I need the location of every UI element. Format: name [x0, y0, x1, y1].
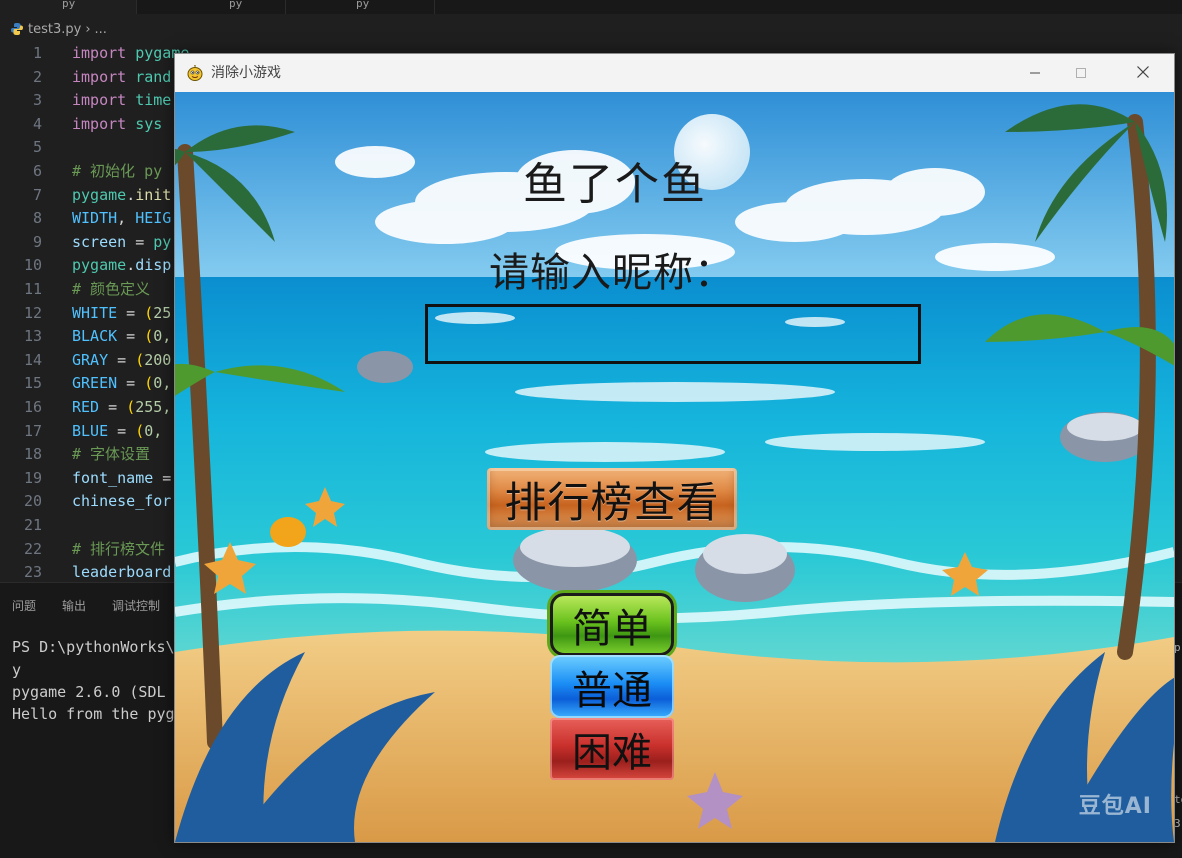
editor-tab[interactable]: py [0, 0, 137, 14]
pygame-snake-icon [186, 64, 204, 82]
code-line: 20 chinese_for [23, 492, 172, 511]
code-line: 16 RED = (255, [23, 398, 172, 416]
code-line: 8 WIDTH, HEIG [32, 209, 172, 228]
terminal-fragment: p [1174, 641, 1181, 654]
close-icon [1136, 64, 1150, 83]
normal-button[interactable]: 普通 [550, 655, 674, 718]
code-line: 3 import time [32, 91, 172, 110]
maximize-icon [1075, 64, 1087, 83]
minimize-icon [1029, 64, 1041, 83]
terminal-line: Hello from the pyg [12, 705, 175, 723]
code-line: 1 import pygame [32, 44, 190, 62]
maximize-button[interactable] [1058, 54, 1104, 92]
minimize-button[interactable] [1012, 54, 1058, 92]
code-line: 6 # 初始化 py [32, 162, 163, 180]
code-line: 10 pygame.disp [23, 256, 172, 275]
code-line: 18 # 字体设置 [23, 445, 151, 464]
nickname-label: 请输入昵称： [489, 250, 735, 296]
game-window[interactable]: 消除小游戏 鱼了个鱼 请输入昵称： 排行榜查看 简单 普通 困难 豆包AI [174, 53, 1175, 843]
game-title: 鱼了个鱼 [523, 159, 707, 210]
code-line: 14 GRAY = (200 [23, 350, 172, 369]
breadcrumb: test3.py › ... [10, 18, 107, 40]
breadcrumb-separator: › [85, 21, 91, 37]
code-line: 19 font_name = [23, 468, 172, 487]
easy-button[interactable]: 简单 [550, 593, 674, 656]
python-file-icon [10, 22, 24, 36]
code-line: 22 # 排行榜文件 [23, 539, 166, 558]
normal-button-label: 普通 [572, 667, 652, 714]
tab-debug-console[interactable]: 调试控制 [112, 597, 160, 614]
code-line: 2 import rand [32, 67, 172, 86]
panel-tabs: 问题 输出 调试控制 [12, 597, 160, 614]
code-line: 9 screen = py [32, 232, 172, 251]
leaderboard-button[interactable]: 排行榜查看 [487, 468, 737, 530]
code-line: 7 pygame.init [32, 185, 172, 204]
code-line: 4 import sys [32, 114, 163, 133]
easy-button-label: 简单 [572, 605, 652, 652]
editor-tab[interactable]: py [286, 0, 435, 14]
terminal-fragment: to [1174, 793, 1182, 806]
code-line: 5 [32, 138, 42, 157]
terminal-line: PS D:\pythonWorks\ [12, 638, 175, 656]
close-button[interactable] [1120, 54, 1166, 92]
nickname-input[interactable] [425, 304, 921, 364]
code-line: 15 GREEN = (0, [23, 374, 172, 393]
hard-button-label: 困难 [572, 730, 652, 776]
breadcrumb-file[interactable]: test3.py [28, 22, 81, 37]
code-line: 17 BLUE = (0, [23, 421, 163, 440]
code-line: 13 BLACK = (0, [23, 327, 172, 346]
leaderboard-button-label: 排行榜查看 [504, 477, 720, 527]
hard-button[interactable]: 困难 [550, 718, 674, 780]
terminal-fragment: 3 [1174, 817, 1181, 830]
code-line: 11 # 颜色定义 [23, 280, 151, 298]
ai-watermark: 豆包AI [1078, 794, 1152, 819]
code-line: 12 WHITE = (25 [23, 303, 172, 322]
window-titlebar[interactable]: 消除小游戏 [175, 54, 1174, 92]
window-title: 消除小游戏 [211, 65, 281, 81]
code-line: 21 [23, 516, 42, 534]
editor-tab[interactable]: py [137, 0, 286, 14]
editor-tab-bar: py py py [0, 0, 1182, 14]
terminal-line: pygame 2.6.0 (SDL [12, 683, 166, 701]
terminal-line: y [12, 661, 22, 679]
tab-problems[interactable]: 问题 [12, 597, 36, 614]
tab-output[interactable]: 输出 [62, 597, 86, 614]
game-canvas[interactable]: 鱼了个鱼 请输入昵称： 排行榜查看 简单 普通 困难 豆包AI [175, 92, 1174, 842]
breadcrumb-rest[interactable]: ... [95, 22, 107, 37]
